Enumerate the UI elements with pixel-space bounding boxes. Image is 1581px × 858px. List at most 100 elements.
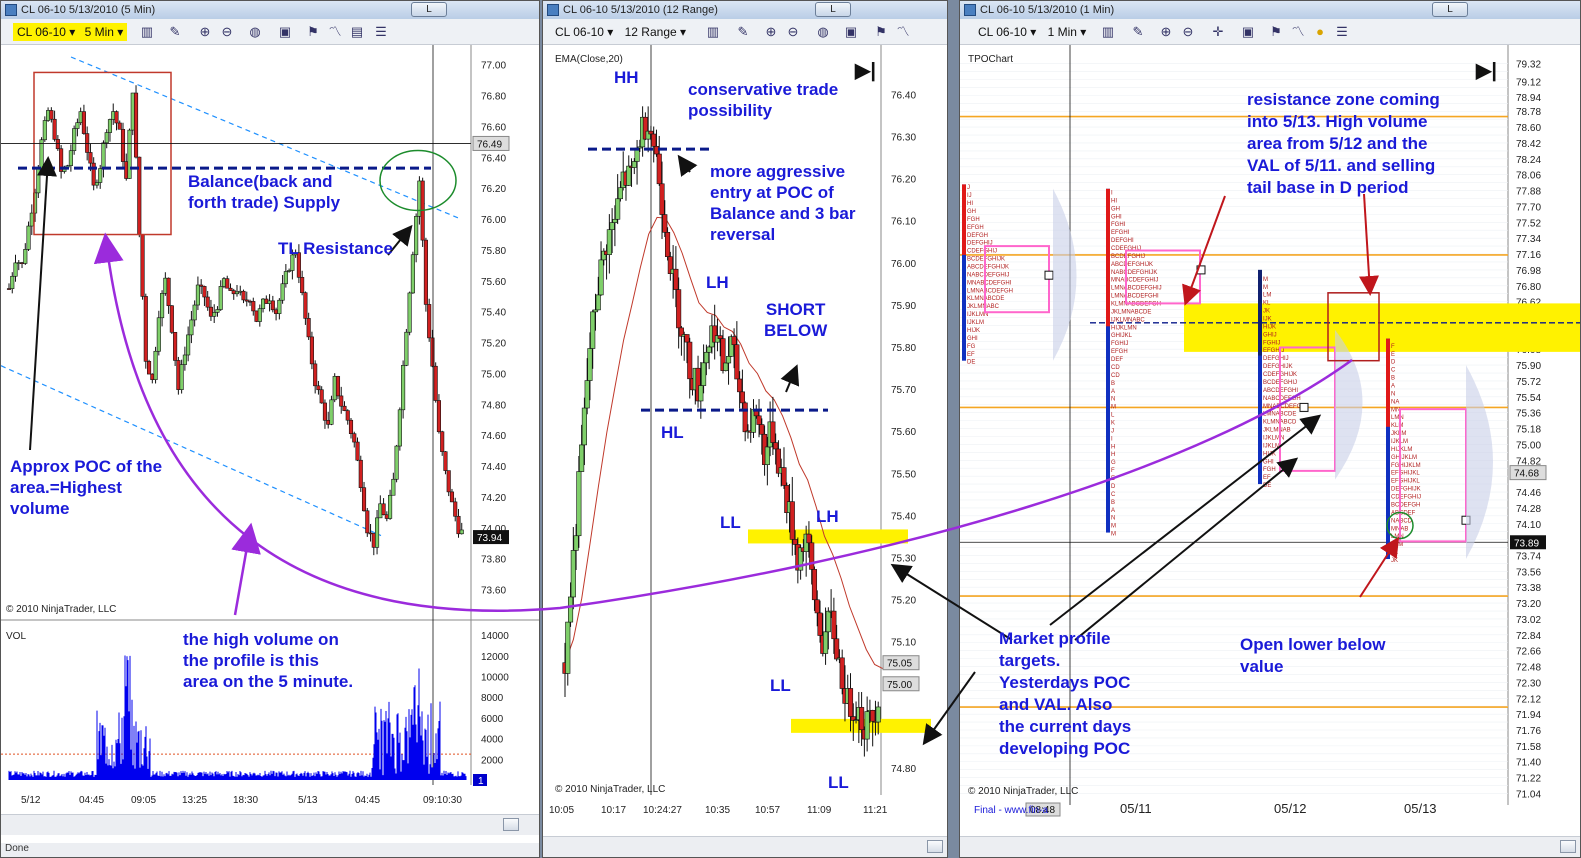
candle	[834, 638, 840, 660]
globe-icon[interactable]: ◍	[815, 24, 831, 40]
x-tick-label: 09:10:30	[423, 795, 462, 806]
candle	[160, 293, 165, 319]
left-horizontal-scrollbar[interactable]	[1, 814, 539, 835]
profile-5-13-letters: NA	[1391, 399, 1399, 405]
annotation-line: forth trade) Supply	[188, 193, 341, 212]
instrument-selector[interactable]: CL 06-10 ▾ 5 Min ▾	[13, 23, 128, 41]
properties-icon[interactable]: ▣	[843, 24, 859, 40]
ll-label-2: LL	[770, 676, 791, 695]
right-horizontal-scrollbar[interactable]	[960, 836, 1580, 857]
candle	[355, 441, 360, 461]
zoom-out-icon[interactable]: ⊖	[1180, 24, 1196, 40]
indicator-icon[interactable]: 〽	[327, 24, 343, 40]
annotation-line: area.=Highest	[10, 478, 122, 497]
zoom-out-icon[interactable]: ⊖	[219, 24, 235, 40]
profile-5-12-letters: F	[1111, 468, 1115, 474]
strategy-icon[interactable]: ⚑	[1268, 24, 1284, 40]
annotation-line: possibility	[688, 101, 773, 120]
coin-icon[interactable]: ●	[1312, 24, 1328, 40]
close-button[interactable]: L	[1432, 2, 1468, 17]
draw-tool-icon[interactable]: ✎	[167, 24, 183, 40]
profile-5-11-letters: MNABCDEFGHI	[967, 280, 1012, 286]
annotation-line: into 5/13. High volume	[1247, 112, 1428, 131]
properties-icon[interactable]: ▣	[277, 24, 293, 40]
close-button[interactable]: L	[411, 2, 447, 17]
zoom-in-icon[interactable]: ⊕	[197, 24, 213, 40]
profile-5-13-letters: E	[1391, 352, 1395, 358]
candle	[101, 142, 106, 169]
zoom-in-icon[interactable]: ⊕	[763, 24, 779, 40]
profile-5-12b-letters: GHIJ	[1263, 332, 1277, 338]
bar-type-icon[interactable]: ▥	[705, 24, 721, 40]
candle	[764, 446, 770, 465]
strategy-icon[interactable]: ⚑	[305, 24, 321, 40]
zoom-in-icon[interactable]: ⊕	[1158, 24, 1174, 40]
data-box-icon[interactable]: ▤	[349, 24, 365, 40]
bar-type-icon[interactable]: ▥	[139, 24, 155, 40]
y-tick-label: 71.94	[1516, 710, 1541, 721]
profile-5-12-letters: LMNABCDEFGHI	[1111, 294, 1159, 300]
candle	[584, 380, 590, 409]
candle	[656, 153, 662, 185]
y-tick-label: 76.20	[481, 184, 506, 195]
candle	[404, 331, 409, 366]
draw-tool-icon[interactable]: ✎	[735, 24, 751, 40]
bar-type-icon[interactable]: ▥	[1100, 24, 1116, 40]
annotation-line: value	[1240, 657, 1284, 676]
instrument-selector[interactable]: CL 06-10 ▾ 12 Range ▾	[551, 23, 690, 41]
y-tick-label: 74.28	[1516, 504, 1541, 515]
middle-chart-window: CL 06-10 5/13/2010 (12 Range) L CL 06-10…	[542, 0, 948, 858]
y-tick-label: 75.18	[1516, 425, 1541, 436]
candle	[143, 296, 148, 362]
profile-5-13-letters: EFGHIJKL	[1391, 471, 1420, 477]
y-tick-label: 75.90	[1516, 361, 1541, 372]
profile-5-12b-letters: M	[1263, 277, 1268, 283]
profile-5-13-letters: C	[1391, 368, 1396, 374]
profile-5-11-letters: IJ	[967, 193, 972, 199]
close-button[interactable]: L	[815, 2, 851, 17]
profile-5-12b-letters: DE	[1263, 483, 1271, 489]
zoom-out-icon[interactable]: ⊖	[785, 24, 801, 40]
right-footer-link[interactable]: Final - www.fin-a	[974, 805, 1048, 816]
profile-5-13-letters: GHIJKLM	[1391, 455, 1417, 461]
y-tick-label: 75.50	[891, 469, 916, 480]
candle	[651, 133, 657, 147]
approx-poc-annotation: Approx POC of the area.=Highest volume	[10, 456, 162, 519]
candle	[825, 610, 831, 633]
properties-icon[interactable]: ▣	[1240, 24, 1256, 40]
list-icon[interactable]: ☰	[373, 24, 389, 40]
candle	[631, 161, 637, 168]
y-tick-label: 72.66	[1516, 647, 1541, 658]
y-tick-label: 73.02	[1516, 615, 1541, 626]
profile-5-12b-letters: IJKLM	[1263, 443, 1280, 449]
globe-icon[interactable]: ◍	[247, 24, 263, 40]
instrument-selector[interactable]: CL 06-10 ▾ 1 Min ▾	[974, 23, 1090, 41]
list-icon[interactable]: ☰	[1334, 24, 1350, 40]
y-tick-label: 76.98	[1516, 266, 1541, 277]
volume-tick-label: 14000	[481, 631, 509, 642]
annotation-line: Approx POC of the	[10, 457, 163, 476]
annotation-line: entry at POC of	[710, 183, 834, 202]
candle	[358, 459, 363, 488]
scroll-thumb[interactable]	[503, 818, 519, 831]
middle-horizontal-scrollbar[interactable]	[543, 836, 947, 857]
y-tick-label: 77.88	[1516, 187, 1541, 198]
y-tick-label: 78.42	[1516, 139, 1541, 150]
scroll-thumb[interactable]	[927, 840, 943, 853]
candle	[218, 286, 223, 310]
price-marker-upper: 76.49	[477, 139, 502, 150]
y-tick-label: 79.12	[1516, 77, 1541, 88]
profile-5-12-letters: H	[1111, 452, 1115, 458]
y-tick-label: 73.74	[1516, 551, 1541, 562]
chart-app-icon	[964, 4, 976, 16]
crosshair-icon[interactable]: ✛	[1210, 24, 1226, 40]
x-tick-label: 04:45	[355, 795, 380, 806]
volume-histogram	[1335, 329, 1363, 480]
indicator-icon[interactable]: 〽	[895, 24, 911, 40]
candle	[133, 92, 139, 158]
scroll-thumb[interactable]	[1560, 840, 1576, 853]
draw-tool-icon[interactable]: ✎	[1130, 24, 1146, 40]
indicator-icon[interactable]: 〽	[1290, 24, 1306, 40]
candle	[388, 494, 393, 519]
strategy-icon[interactable]: ⚑	[873, 24, 889, 40]
